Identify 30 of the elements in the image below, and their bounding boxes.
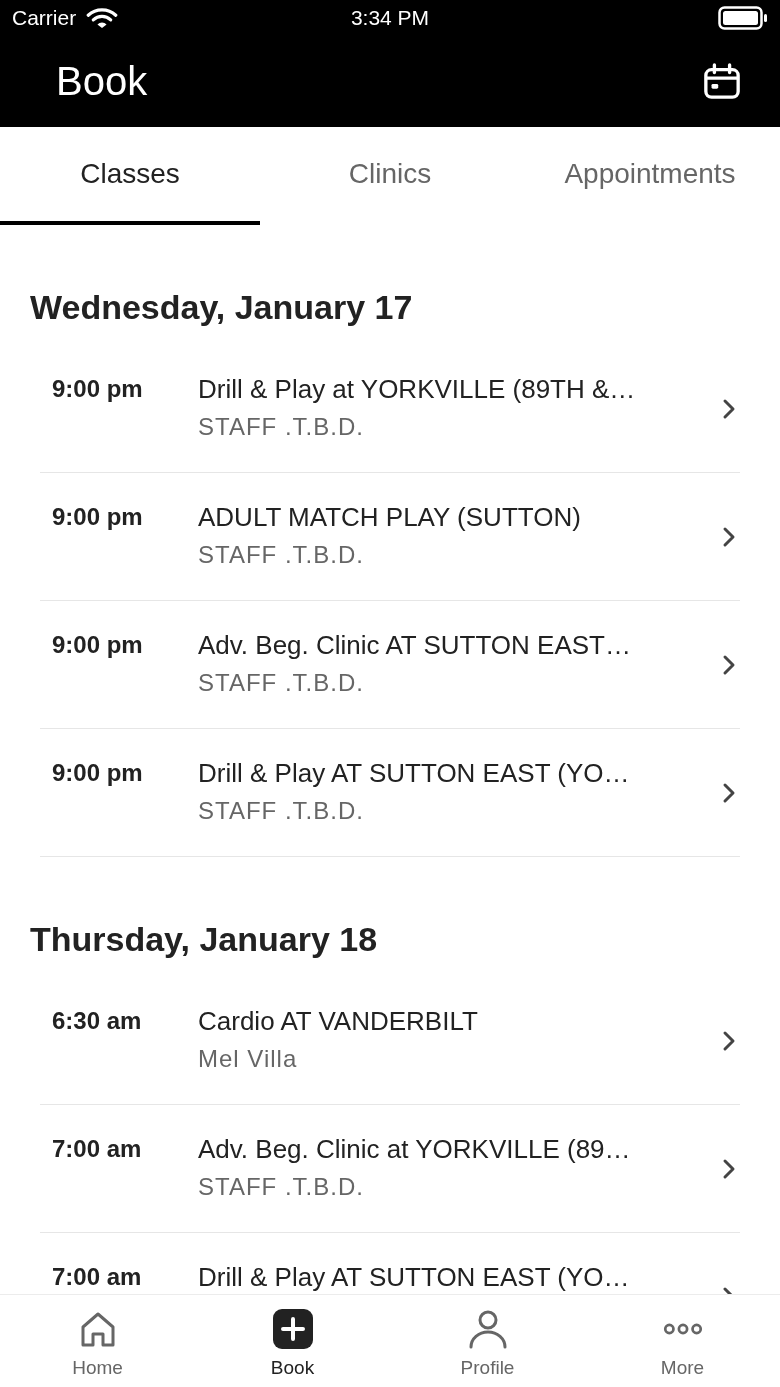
class-title[interactable]: Drill & Play at YORKVILLE (89TH &… bbox=[198, 372, 636, 406]
staff-name: STAFF .T.B.D. bbox=[198, 412, 364, 442]
staff-name: STAFF .T.B.D. bbox=[198, 1172, 364, 1202]
class-title[interactable]: Cardio AT VANDERBILT bbox=[198, 1004, 478, 1038]
class-time: 9:00 pm bbox=[51, 502, 144, 532]
class-title[interactable]: Drill & Play AT SUTTON EAST (YO… bbox=[198, 756, 630, 790]
plus-icon bbox=[272, 1309, 313, 1349]
date-heading: Thursday, January 18 bbox=[30, 919, 379, 960]
staff-name: STAFF .T.B.D. bbox=[198, 796, 364, 826]
battery-icon bbox=[718, 6, 768, 30]
class-time: 7:00 am bbox=[51, 1262, 143, 1292]
class-time: 9:00 pm bbox=[51, 374, 144, 404]
wifi-icon bbox=[86, 7, 119, 29]
page-title: Book bbox=[56, 59, 148, 104]
person-icon bbox=[467, 1309, 508, 1349]
status-time: 3:34 PM bbox=[350, 6, 430, 30]
class-title[interactable]: Drill & Play AT SUTTON EAST (YO… bbox=[198, 1260, 630, 1294]
class-time: 7:00 am bbox=[51, 1134, 143, 1164]
class-time: 9:00 pm bbox=[51, 758, 144, 788]
date-heading: Wednesday, January 17 bbox=[30, 287, 414, 328]
class-time: 6:30 am bbox=[51, 1006, 143, 1036]
carrier-name: Carrier bbox=[12, 6, 77, 30]
calendar-icon[interactable] bbox=[702, 62, 742, 101]
class-title[interactable]: ADULT MATCH PLAY (SUTTON) bbox=[198, 500, 581, 534]
staff-name: Mel Villa bbox=[198, 1044, 298, 1074]
staff-name: STAFF .T.B.D. bbox=[198, 668, 364, 698]
class-title[interactable]: Adv. Beg. Clinic at YORKVILLE (89… bbox=[198, 1132, 631, 1166]
class-title[interactable]: Adv. Beg. Clinic AT SUTTON EAST… bbox=[198, 628, 631, 662]
staff-name: STAFF .T.B.D. bbox=[198, 540, 364, 570]
class-time: 9:00 pm bbox=[51, 630, 144, 660]
